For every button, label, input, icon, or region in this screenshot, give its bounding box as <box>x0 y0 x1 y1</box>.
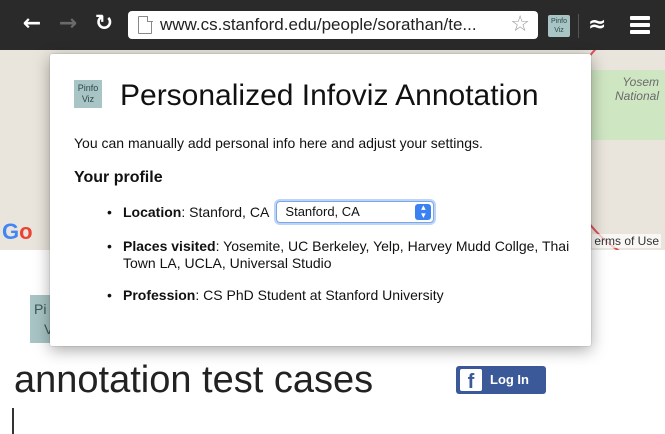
star-icon[interactable]: ☆ <box>510 12 530 38</box>
facebook-login-label: Log In <box>490 372 529 387</box>
profile-item-profession: Profession: CS PhD Student at Stanford U… <box>105 287 575 304</box>
pinfoviz-logo: Pinfo Viz <box>74 80 102 108</box>
google-logo-g: G <box>2 219 20 244</box>
google-logo-o: o <box>19 219 33 244</box>
profession-value: CS PhD Student at Stanford University <box>203 287 444 303</box>
profession-label: Profession <box>123 287 196 303</box>
extension-popup: Pinfo Viz Personalized Infoviz Annotatio… <box>50 54 591 346</box>
toolbar-divider <box>578 14 579 38</box>
map-terms-link[interactable]: erms of Use <box>592 234 661 248</box>
address-bar[interactable]: www.cs.stanford.edu/people/sorathan/te..… <box>128 11 538 39</box>
page-icon <box>138 15 153 34</box>
places-label: Places visited <box>123 238 216 254</box>
pinfoviz-extension-icon[interactable]: Pinfo Viz <box>548 15 570 37</box>
profile-heading: Your profile <box>74 169 163 186</box>
location-select[interactable]: Stanford, CA ▴ ▾ <box>276 201 435 223</box>
location-value: Stanford, CA <box>189 204 269 221</box>
facebook-login-button[interactable]: f Log In <box>456 366 546 394</box>
profile-list: Location: Stanford, CA Stanford, CA ▴▾ P… <box>105 201 575 319</box>
google-logo: Go <box>2 220 33 244</box>
page-divider <box>12 408 14 434</box>
location-label: Location <box>123 204 182 221</box>
profile-item-location: Location: Stanford, CA Stanford, CA ▴▾ <box>105 201 575 223</box>
map-label-line2: National <box>614 89 659 103</box>
chevron-up-down-icon: ▴ ▾ <box>415 204 432 221</box>
back-arrow-icon[interactable]: ← <box>20 12 44 36</box>
hamburger-menu-icon[interactable] <box>630 16 650 34</box>
map-label-line1: Yosem <box>622 75 659 89</box>
popup-description: You can manually add personal info here … <box>74 135 483 151</box>
location-select-value: Stanford, CA <box>285 204 360 219</box>
browser-toolbar: ← → ↻ www.cs.stanford.edu/people/soratha… <box>0 0 665 50</box>
extension-label-line2: Viz <box>554 27 564 34</box>
map-label: Yosem National <box>615 75 659 103</box>
waves-icon[interactable]: ≈ <box>588 13 612 37</box>
popup-title: Personalized Infoviz Annotation <box>120 79 539 112</box>
url-text[interactable]: www.cs.stanford.edu/people/sorathan/te..… <box>160 11 477 39</box>
facebook-icon: f <box>460 369 482 391</box>
extension-label-line1: Pinfo <box>551 18 567 25</box>
reload-icon[interactable]: ↻ <box>92 12 116 36</box>
popup-logo-line2: Viz <box>81 94 95 104</box>
profile-item-places: Places visited: Yosemite, UC Berkeley, Y… <box>105 238 575 272</box>
forward-arrow-icon[interactable]: → <box>56 12 80 36</box>
page-heading: annotation test cases <box>14 359 374 401</box>
popup-logo-line1: Pinfo <box>77 83 99 93</box>
